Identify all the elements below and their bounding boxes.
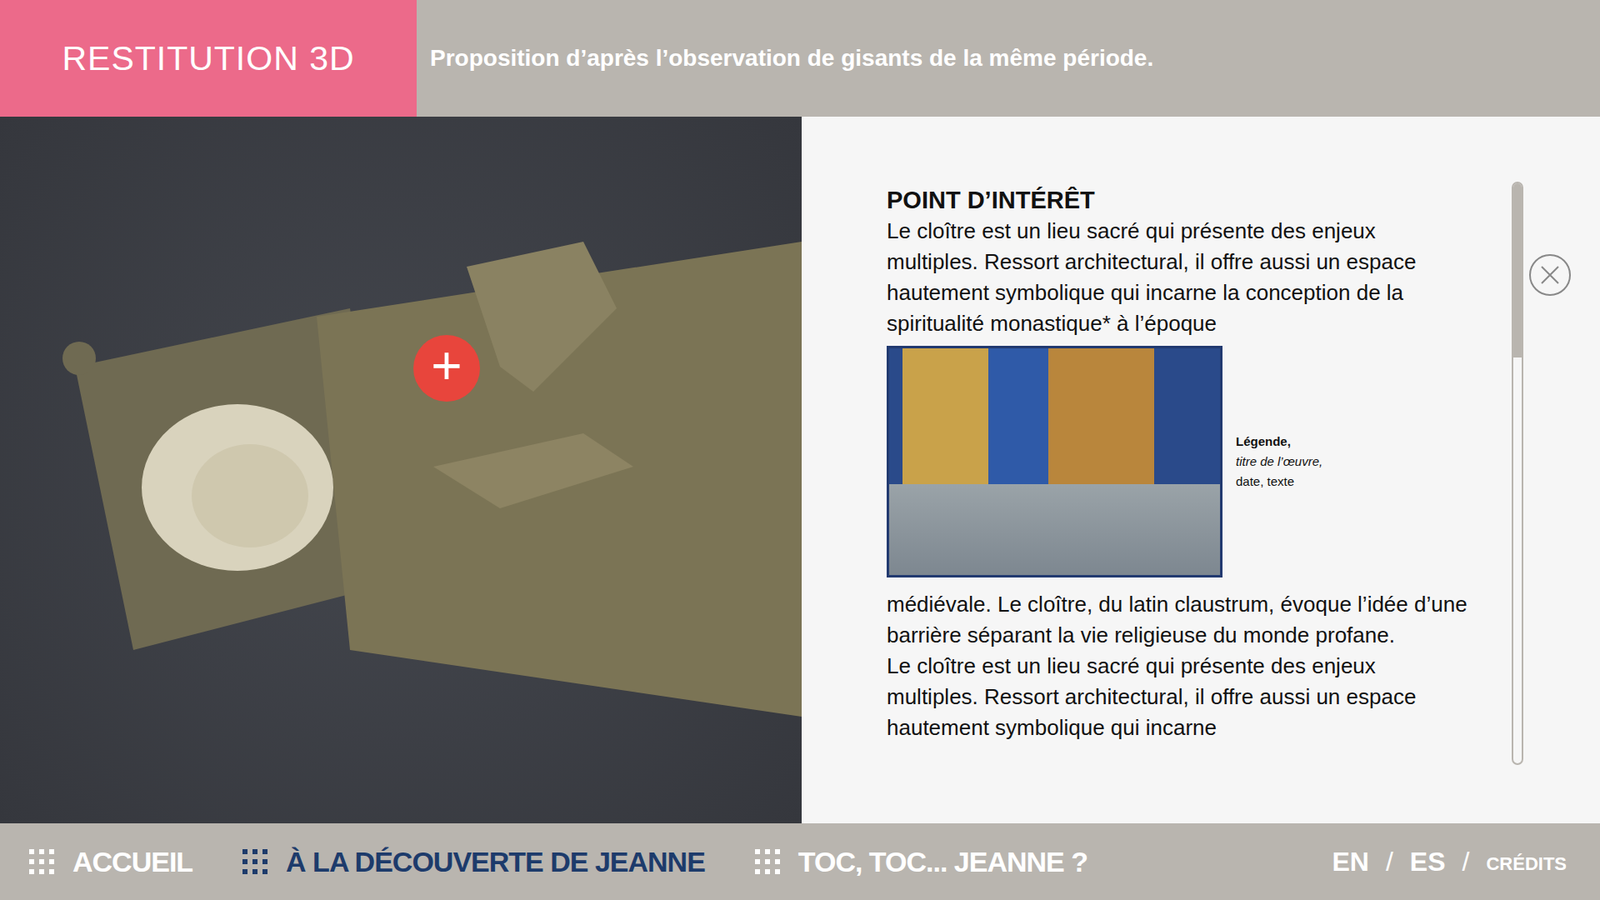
model-viewer[interactable]: + bbox=[0, 116, 802, 824]
figure: Légende,titre de l’œuvre,date, texte bbox=[886, 345, 1470, 578]
grid-icon bbox=[29, 849, 55, 875]
panel-content: POINT D’INTÉRÊTLe cloître est un lieu sa… bbox=[886, 186, 1470, 790]
nav-items: ACCUEIL À LA DÉCOUVERTE DE JEANNE TOC, TOC… bbox=[29, 845, 1088, 879]
panel-paragraph: Le cloître est un lieu sacré qui présent… bbox=[886, 650, 1470, 744]
grid-icon bbox=[242, 849, 268, 875]
nav-item[interactable]: ACCUEIL bbox=[29, 845, 193, 879]
panel-paragraph: Le cloître est un lieu sacré qui présent… bbox=[886, 215, 1470, 340]
hotspot-button[interactable]: + bbox=[413, 335, 480, 402]
header: RESTITUTION 3DProposition d’après l’obse… bbox=[0, 0, 1600, 117]
credits-link[interactable]: CRÉDITS bbox=[1485, 848, 1567, 875]
separator: / bbox=[1385, 846, 1394, 878]
panel-paragraph: médiévale. Le cloître, du latin claustru… bbox=[886, 589, 1470, 651]
language-switch: EN / ES / CRÉDITS bbox=[1332, 846, 1567, 878]
separator: / bbox=[1462, 846, 1470, 878]
info-panel: POINT D’INTÉRÊTLe cloître est un lieu sa… bbox=[801, 116, 1600, 824]
main: +POINT D’INTÉRÊTLe cloître est un lieu s… bbox=[0, 116, 1600, 824]
gisant-model-icon[interactable] bbox=[0, 116, 802, 824]
figure-caption: Légende,titre de l’œuvre,date, texte bbox=[1235, 431, 1323, 492]
page: RESTITUTION 3DProposition d’après l’obse… bbox=[0, 0, 1600, 900]
panel-title: POINT D’INTÉRÊT bbox=[886, 186, 1470, 215]
scrollbar[interactable] bbox=[1511, 181, 1524, 765]
close-icon bbox=[1539, 264, 1561, 286]
bottom-nav: ACCUEIL À LA DÉCOUVERTE DE JEANNE TOC, TOC… bbox=[0, 823, 1600, 900]
painting-image bbox=[886, 345, 1223, 578]
close-button[interactable] bbox=[1529, 254, 1571, 296]
header-subtitle: Proposition d’après l’observation de gis… bbox=[416, 0, 1600, 117]
nav-item[interactable]: À LA DÉCOUVERTE DE JEANNE bbox=[242, 845, 705, 879]
scrollbar-thumb[interactable] bbox=[1513, 183, 1522, 358]
language-link[interactable]: EN bbox=[1332, 846, 1370, 878]
nav-item[interactable]: TOC, TOC... JEANNE ? bbox=[755, 845, 1088, 879]
header-title: RESTITUTION 3D bbox=[0, 0, 417, 117]
language-link[interactable]: ES bbox=[1410, 846, 1446, 878]
grid-icon bbox=[755, 849, 780, 875]
